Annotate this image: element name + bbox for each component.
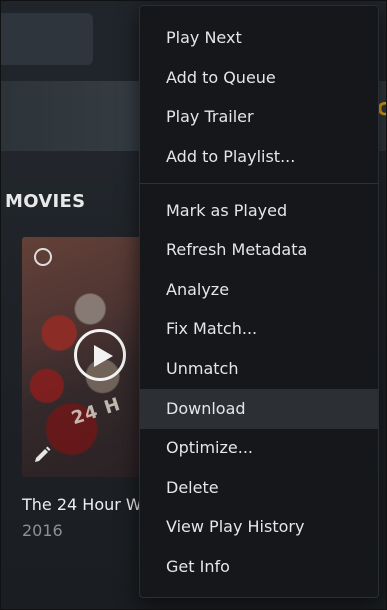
menu-item-fix-match[interactable]: Fix Match... <box>140 309 378 349</box>
menu-item-unmatch[interactable]: Unmatch <box>140 349 378 389</box>
movie-year: 2016 <box>22 521 63 540</box>
menu-item-play-trailer[interactable]: Play Trailer <box>140 97 378 137</box>
section-title: MOVIES <box>5 191 86 212</box>
menu-divider <box>140 183 378 184</box>
play-icon <box>94 345 113 367</box>
menu-item-add-to-playlist[interactable]: Add to Playlist... <box>140 137 378 177</box>
menu-item-download[interactable]: Download <box>140 389 378 429</box>
movie-title[interactable]: The 24 Hour W <box>22 495 142 514</box>
menu-item-view-play-history[interactable]: View Play History <box>140 507 378 547</box>
play-button[interactable] <box>74 329 126 381</box>
menu-item-play-next[interactable]: Play Next <box>140 18 378 58</box>
menu-item-add-to-queue[interactable]: Add to Queue <box>140 58 378 98</box>
menu-item-analyze[interactable]: Analyze <box>140 270 378 310</box>
menu-item-get-info[interactable]: Get Info <box>140 547 378 587</box>
menu-item-refresh-metadata[interactable]: Refresh Metadata <box>140 230 378 270</box>
app-window: C MOVIES 24 H The 24 Hour W 2016 Play Ne… <box>0 0 387 610</box>
menu-item-delete[interactable]: Delete <box>140 468 378 508</box>
menu-item-optimize[interactable]: Optimize... <box>140 428 378 468</box>
select-circle-icon[interactable] <box>34 248 52 266</box>
search-box[interactable] <box>1 13 93 65</box>
menu-item-mark-as-played[interactable]: Mark as Played <box>140 191 378 231</box>
context-menu: Play Next Add to Queue Play Trailer Add … <box>139 5 379 598</box>
pencil-edit-icon[interactable] <box>32 445 52 465</box>
